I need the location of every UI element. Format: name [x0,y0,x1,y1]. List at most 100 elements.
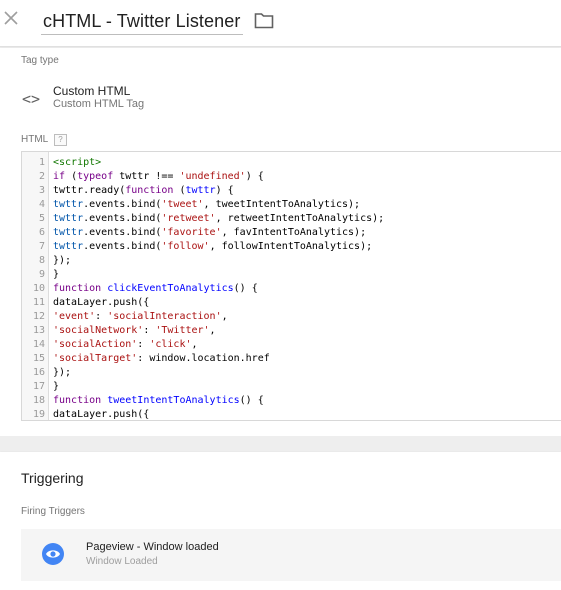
code-line: 14 'socialAction': 'click', [22,338,561,352]
line-number: 4 [38,199,45,210]
section-divider [0,436,561,452]
line-number: 7 [38,241,45,252]
line-number: 15 [32,353,45,364]
code-token: 'retweet' [161,213,216,224]
trigger-type: Window Loaded [86,556,158,567]
code-text: <script> [53,156,101,170]
code-token: , [209,325,216,336]
firing-triggers-label: Firing Triggers [21,506,85,517]
code-text: 'socialAction': 'click', [53,338,198,352]
code-token: , [221,311,228,322]
line-number: 12 [32,311,45,322]
title-underline [41,34,243,35]
code-text: twttr.events.bind('retweet', retweetInte… [53,212,384,226]
code-text: }); [53,254,71,268]
code-text: if (typeof twttr !== 'undefined') { [53,170,264,184]
code-token: twttr !== [113,171,180,182]
help-icon[interactable]: ? [54,134,67,146]
code-token: 'socialInteraction' [107,311,222,322]
code-line: 4 twttr.events.bind('tweet', tweetIntentT… [22,198,561,212]
tag-type-subtitle: Custom HTML Tag [53,98,145,110]
code-token: function [125,185,174,196]
header-bar: cHTML - Twitter Listener [0,0,561,47]
line-number: 6 [38,227,45,238]
code-token: .events.bind( [83,241,162,252]
code-text: twttr.events.bind('favorite', favIntentT… [53,226,366,240]
close-icon[interactable] [3,10,23,32]
html-code-editor[interactable]: 1 <script> 2 if (typeof twttr !== 'undefine… [21,151,561,421]
line-number: 5 [38,213,45,224]
tag-type-label: Tag type [21,55,59,66]
code-text: dataLayer.push({ [53,296,149,310]
code-text: }); [53,366,71,380]
code-token: : window.location.href [137,353,270,364]
trigger-name: Pageview - Window loaded [86,541,219,553]
code-token: : [95,311,108,322]
line-number: 10 [32,283,45,294]
code-token: ( [173,185,186,196]
line-number: 13 [32,325,45,336]
code-line: 16}); [22,366,561,380]
line-number: 17 [32,381,45,392]
tag-title-input[interactable]: cHTML - Twitter Listener [43,11,240,32]
code-token: 'favorite' [161,227,222,238]
code-token: twttr [53,227,84,238]
folder-icon[interactable] [254,12,274,34]
code-token: }); [53,367,72,378]
code-brackets-icon: <> [22,90,41,108]
code-token: 'event' [53,311,96,322]
code-token: 'tweet' [161,199,204,210]
code-text: function tweetIntentToAnalytics() { [53,394,264,408]
code-token: twttr [185,185,216,196]
code-token: () { [233,283,258,294]
line-number: 19 [32,409,45,420]
line-number: 11 [32,297,45,308]
code-token: twttr.ready( [53,185,126,196]
code-token: if [53,171,66,182]
code-token: typeof [77,171,114,182]
code-token: 'socialNetwork' [53,325,144,336]
code-line: 17} [22,380,561,394]
code-text: } [53,380,59,394]
line-number: 8 [38,255,45,266]
line-number: 9 [38,269,45,280]
code-line: 19 dataLayer.push({ [22,408,561,420]
code-token: , followIntentToAnalytics); [209,241,373,252]
code-token: twttr [53,241,84,252]
code-line: 6 twttr.events.bind('favorite', favIntent… [22,226,561,240]
code-line: 2 if (typeof twttr !== 'undefined') { [22,170,561,184]
code-token: twttr [53,199,84,210]
code-token: 'socialTarget' [53,353,138,364]
code-token: , tweetIntentToAnalytics); [203,199,361,210]
code-token: : [137,339,150,350]
code-token: .events.bind( [83,227,162,238]
code-token: dataLayer.push({ [53,409,150,420]
line-number: 18 [32,395,45,406]
code-token: function [53,283,102,294]
code-line: 12 'event': 'socialInteraction', [22,310,561,324]
tag-type-name[interactable]: Custom HTML [53,84,130,98]
code-token: function [53,395,102,406]
code-token: () { [239,395,264,406]
code-token: clickEventToAnalytics [107,283,234,294]
code-token: }); [53,255,72,266]
code-line: 15 'socialTarget': window.location.href [22,352,561,366]
code-text: twttr.events.bind('follow', followIntent… [53,240,372,254]
code-token: 'Twitter' [155,325,210,336]
code-text: 'socialNetwork': 'Twitter', [53,324,216,338]
code-text: function clickEventToAnalytics() { [53,282,258,296]
eye-icon [42,543,64,565]
code-token: ) { [215,185,234,196]
code-token: 'undefined' [179,171,246,182]
code-line: 18 function tweetIntentToAnalytics() { [22,394,561,408]
code-line: 5 twttr.events.bind('retweet', retweetInt… [22,212,561,226]
code-text: dataLayer.push({ [53,408,150,420]
code-token: , retweetIntentToAnalytics); [215,213,385,224]
trigger-item[interactable]: Pageview - Window loaded Window Loaded [21,529,561,581]
code-line: 10 function clickEventToAnalytics() { [22,282,561,296]
code-text: 'event': 'socialInteraction', [53,310,228,324]
code-line: 8}); [22,254,561,268]
line-number: 16 [32,367,45,378]
code-token: .events.bind( [83,213,162,224]
code-token: 'socialAction' [53,339,138,350]
